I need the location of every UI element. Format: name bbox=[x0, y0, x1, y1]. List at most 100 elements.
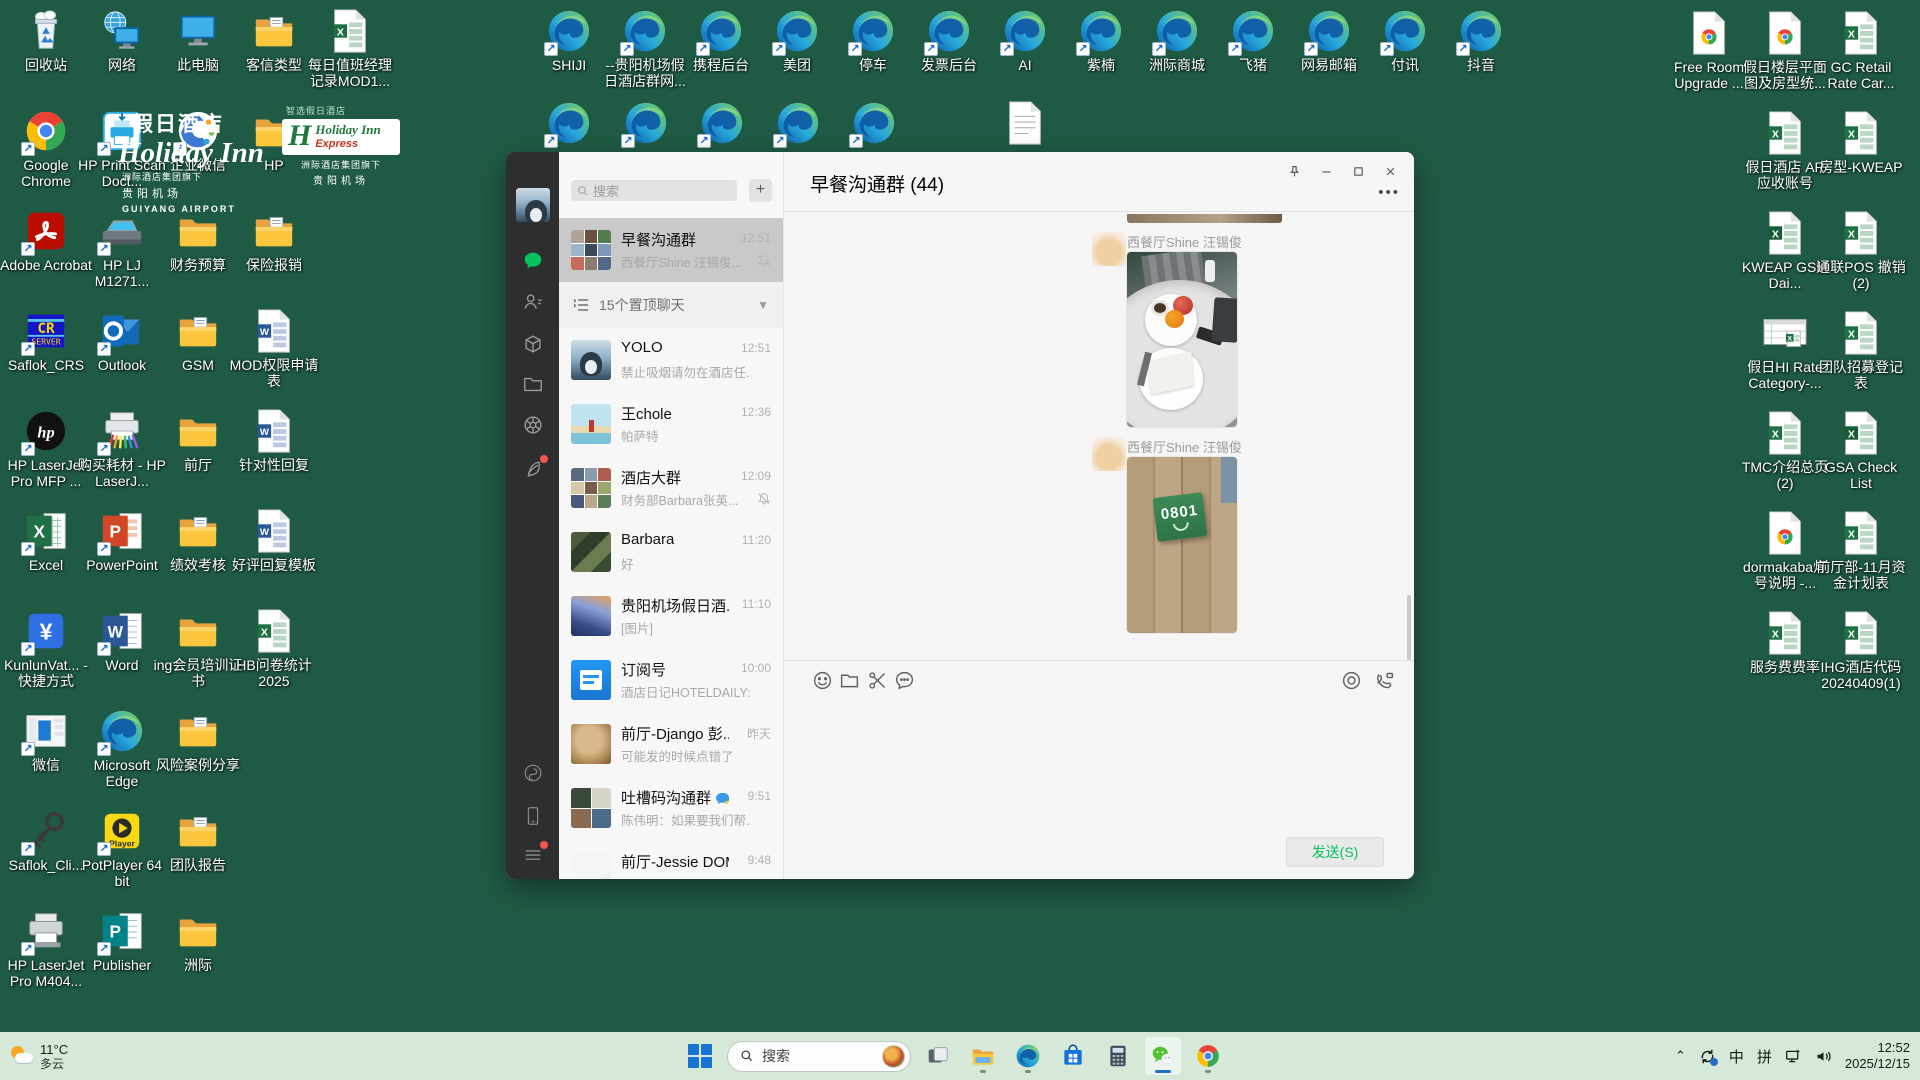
chat-list-item-酒店大群[interactable]: 酒店大群12:09财务部Barbara张英... bbox=[559, 456, 783, 520]
chat-list-item-贵阳机场假日酒...[interactable]: 贵阳机场假日酒...11:10[图片] bbox=[559, 584, 783, 648]
svg-text:W: W bbox=[260, 427, 270, 438]
folder-icon bbox=[175, 208, 221, 254]
desktop-icon-通联POS 撤销(2)[interactable]: X通联POS 撤销(2) bbox=[1815, 210, 1907, 291]
taskbar-weather[interactable]: 11°C 多云 bbox=[10, 1037, 68, 1075]
taskbar-wechat-button[interactable] bbox=[1145, 1037, 1181, 1075]
desktop-icon-保险报销[interactable]: 保险报销 bbox=[228, 208, 320, 273]
taskbar-task-view-button[interactable] bbox=[920, 1037, 956, 1075]
desktop-icon-shortcut[interactable]: ↗ bbox=[828, 100, 920, 146]
chrome-file-icon bbox=[1686, 10, 1732, 56]
desktop-icon-洲际[interactable]: 洲际 bbox=[152, 908, 244, 973]
shortcut-arrow-icon: ↗ bbox=[544, 134, 558, 148]
chats-icon[interactable] bbox=[522, 249, 544, 271]
saflok-icon: CRSERVER↗ bbox=[23, 308, 69, 354]
desktop-icon-每日值班经理记录MOD1...[interactable]: X每日值班经理记录MOD1... bbox=[304, 8, 396, 89]
excel-file-icon: X bbox=[1838, 110, 1884, 156]
start-button[interactable] bbox=[682, 1037, 718, 1075]
partial-image-message[interactable] bbox=[1127, 214, 1282, 223]
files-icon[interactable] bbox=[522, 373, 544, 395]
edge-icon: ↗ bbox=[1078, 8, 1124, 54]
tray-overflow-button[interactable]: ⌃ bbox=[1675, 1048, 1686, 1064]
add-chat-button[interactable]: + bbox=[749, 179, 772, 202]
taskbar-file-explorer-button[interactable] bbox=[965, 1037, 1001, 1075]
moments-icon[interactable] bbox=[522, 414, 544, 436]
chat-time: 12:36 bbox=[741, 405, 771, 419]
chevron-down-icon[interactable]: ▼ bbox=[757, 298, 769, 312]
taskbar-clock[interactable]: 12:52 2025/12/15 bbox=[1845, 1040, 1914, 1072]
search-highlight-image[interactable] bbox=[882, 1045, 905, 1068]
image-message-room-card[interactable]: 0801 bbox=[1127, 457, 1237, 633]
screenshot-icon[interactable] bbox=[867, 670, 888, 691]
chat-list-item-订阅号[interactable]: 订阅号10:00酒店日记HOTELDAILY: ... bbox=[559, 648, 783, 712]
voice-call-icon[interactable] bbox=[1341, 670, 1362, 691]
minimize-button[interactable] bbox=[1310, 158, 1342, 184]
edge-icon: ↗ bbox=[1306, 8, 1352, 54]
sender-avatar[interactable] bbox=[1092, 232, 1126, 266]
folder-icon bbox=[175, 908, 221, 954]
desktop-icon-针对性回复[interactable]: W 针对性回复 bbox=[228, 408, 320, 473]
file-icon[interactable] bbox=[839, 670, 860, 691]
desktop-icon-房型-KWEAP[interactable]: X房型-KWEAP bbox=[1815, 110, 1907, 175]
svg-text:X: X bbox=[1772, 428, 1779, 440]
chat-list-item-早餐沟通群[interactable]: 早餐沟通群12:51西餐厅Shine 汪锡俊... bbox=[559, 218, 783, 282]
video-call-icon[interactable] bbox=[1374, 670, 1395, 691]
send-button[interactable]: 发送(S) bbox=[1286, 837, 1384, 867]
avatar[interactable] bbox=[516, 188, 550, 222]
chat-list-item-前厅-Jessie DOM[interactable]: 前厅-Jessie DOM9:48 bbox=[559, 840, 783, 879]
chat-avatar bbox=[571, 788, 611, 828]
word-doc-icon: W bbox=[251, 508, 297, 554]
desktop-icon-HB问卷统计2025[interactable]: XHB问卷统计2025 bbox=[228, 608, 320, 689]
desktop-icon-MOD权限申请表[interactable]: WMOD权限申请表 bbox=[228, 308, 320, 389]
more-button[interactable]: ••• bbox=[1378, 184, 1400, 201]
taskbar-calculator-button[interactable] bbox=[1100, 1037, 1136, 1075]
chat-list-item-王chole[interactable]: 王chole12:36帕萨特 bbox=[559, 392, 783, 456]
icon-label: 针对性回复 bbox=[228, 457, 320, 473]
desktop-icon-风险案例分享[interactable]: 风险案例分享 bbox=[152, 708, 244, 773]
desktop-icon-IHG酒店代码20240409(1)[interactable]: XIHG酒店代码20240409(1) bbox=[1815, 610, 1907, 691]
word-app-icon: W↗ bbox=[99, 608, 145, 654]
update-sync-icon[interactable] bbox=[1699, 1048, 1716, 1065]
scrollbar[interactable] bbox=[1407, 595, 1411, 660]
shortcut-arrow-icon: ↗ bbox=[848, 42, 862, 56]
desktop-icon-shortcut[interactable] bbox=[979, 100, 1071, 146]
menu-icon[interactable] bbox=[522, 844, 544, 866]
network-icon[interactable] bbox=[1785, 1048, 1802, 1065]
chat-list-item-前厅-Django 彭...[interactable]: 前厅-Django 彭...昨天可能发的时候点错了 bbox=[559, 712, 783, 776]
chat-list-item-吐槽码沟通群[interactable]: 吐槽码沟通群9:51陈伟明：如果要我们帮... bbox=[559, 776, 783, 840]
pin-button[interactable] bbox=[1278, 158, 1310, 184]
chat-history-icon[interactable] bbox=[894, 670, 915, 691]
desktop-icon-好评回复模板[interactable]: W好评回复模板 bbox=[228, 508, 320, 573]
contacts-icon[interactable] bbox=[522, 291, 544, 313]
channels-icon[interactable] bbox=[522, 458, 544, 480]
chat-list-item-YOLO[interactable]: YOLO12:51禁止吸烟请勿在酒店任... bbox=[559, 328, 783, 392]
chat-avatar bbox=[571, 340, 611, 380]
svg-text:W: W bbox=[260, 327, 270, 338]
search-input[interactable]: 搜索 bbox=[571, 180, 737, 201]
desktop-icon-抖音[interactable]: ↗抖音 bbox=[1435, 8, 1527, 73]
desktop-icon-GSA Check List[interactable]: XGSA Check List bbox=[1815, 410, 1907, 491]
close-button[interactable] bbox=[1374, 158, 1406, 184]
chat-list-item-Barbara[interactable]: Barbara11:20好 bbox=[559, 520, 783, 584]
desktop-icon-团队招募登记表[interactable]: X团队招募登记表 bbox=[1815, 310, 1907, 391]
favorites-icon[interactable] bbox=[522, 333, 544, 355]
taskbar-edge-button[interactable] bbox=[1010, 1037, 1046, 1075]
ime-pinyin-indicator[interactable]: 拼 bbox=[1757, 1046, 1772, 1067]
miniprogram-icon[interactable] bbox=[522, 762, 544, 784]
image-message-breakfast[interactable] bbox=[1127, 252, 1237, 427]
desktop-icon-HP[interactable]: HP bbox=[228, 108, 320, 173]
pinned-chats-header[interactable]: 15个置顶聊天 ▼ bbox=[559, 282, 783, 328]
chat-preview: [图片] bbox=[621, 618, 751, 637]
sender-avatar[interactable] bbox=[1092, 437, 1126, 471]
desktop-icon-团队报告[interactable]: 团队报告 bbox=[152, 808, 244, 873]
ime-mode-indicator[interactable]: 中 bbox=[1729, 1046, 1744, 1067]
taskbar-chrome-button[interactable] bbox=[1190, 1037, 1226, 1075]
emoji-icon[interactable] bbox=[812, 670, 833, 691]
phone-icon[interactable] bbox=[522, 805, 544, 827]
taskbar-search[interactable]: 搜索 bbox=[727, 1041, 911, 1072]
taskbar-store-button[interactable] bbox=[1055, 1037, 1091, 1075]
notification-dot bbox=[540, 455, 548, 463]
desktop-icon-GC Retail Rate Car...[interactable]: XGC Retail Rate Car... bbox=[1815, 10, 1907, 91]
desktop-icon-前厅部-11月资金计划表[interactable]: X前厅部-11月资金计划表 bbox=[1815, 510, 1907, 591]
volume-icon[interactable] bbox=[1815, 1048, 1832, 1065]
maximize-button[interactable] bbox=[1342, 158, 1374, 184]
